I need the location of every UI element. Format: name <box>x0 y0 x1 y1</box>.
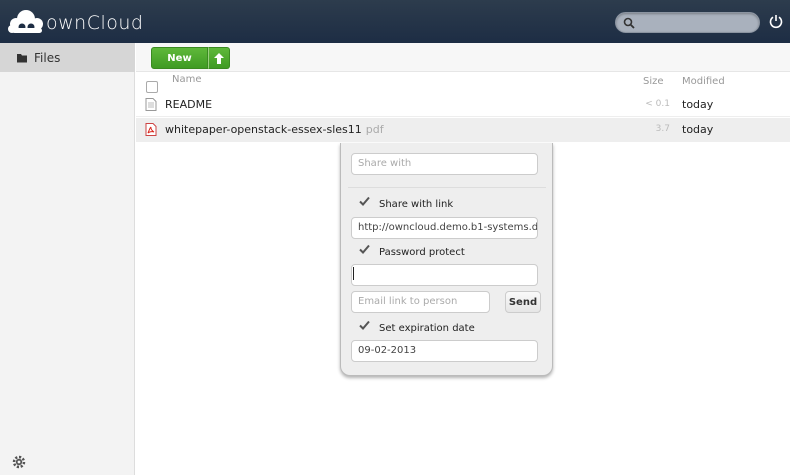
new-button[interactable]: New <box>151 47 208 69</box>
share-link-checkbox[interactable] <box>359 196 370 207</box>
email-field[interactable]: Email link to person <box>351 291 490 313</box>
expiration-date-field[interactable]: 09-02-2013 <box>351 340 538 362</box>
text-file-icon <box>145 98 157 111</box>
controls-bar: New <box>136 43 790 72</box>
column-modified[interactable]: Modified <box>682 76 725 87</box>
file-size: 3.7 <box>655 124 670 134</box>
cloud-logo-icon <box>8 10 43 33</box>
folder-icon <box>17 54 27 63</box>
expiration-label: Set expiration date <box>379 323 475 334</box>
upload-button[interactable] <box>208 47 230 69</box>
sidebar-item-label: Files <box>34 50 61 65</box>
power-icon[interactable] <box>768 13 784 29</box>
password-protect-label: Password protect <box>379 247 465 258</box>
search-input[interactable] <box>638 15 753 30</box>
share-with-input[interactable]: Share with <box>351 153 538 175</box>
sidebar: Files <box>0 43 135 475</box>
expiration-checkbox[interactable] <box>359 320 370 331</box>
password-protect-checkbox[interactable] <box>359 244 370 255</box>
text-cursor <box>353 267 354 280</box>
sidebar-item-files[interactable]: Files <box>0 43 135 72</box>
file-size: < 0.1 <box>645 99 670 109</box>
table-row[interactable]: README < 0.1 today <box>136 93 790 117</box>
search-icon <box>623 17 635 29</box>
gear-icon[interactable] <box>11 454 27 470</box>
divider <box>348 187 546 188</box>
file-name[interactable]: README <box>165 98 216 111</box>
send-button[interactable]: Send <box>505 291 541 313</box>
password-field[interactable] <box>351 264 538 286</box>
select-all-checkbox[interactable] <box>146 81 158 93</box>
pdf-file-icon <box>145 123 157 136</box>
header-bar: ownCloud <box>0 0 790 43</box>
file-name-text: README <box>165 98 213 111</box>
column-name[interactable]: Name <box>172 74 202 85</box>
owncloud-logo[interactable]: ownCloud <box>8 6 143 36</box>
share-link-label: Share with link <box>379 199 454 210</box>
file-modified: today <box>682 123 714 136</box>
file-name-text: whitepaper-openstack-essex-sles11 <box>165 123 362 136</box>
file-modified: today <box>682 98 714 111</box>
file-table-header: Name Size Modified <box>136 72 790 93</box>
search-box[interactable] <box>615 12 760 33</box>
column-size[interactable]: Size <box>643 76 664 87</box>
link-url-field[interactable]: http://owncloud.demo.b1-systems.de/ <box>351 217 538 239</box>
file-name[interactable]: whitepaper-openstack-essex-sles11 pdf <box>165 123 384 136</box>
upload-arrow-icon <box>214 52 224 64</box>
logo-text: ownCloud <box>46 11 144 34</box>
table-row[interactable]: whitepaper-openstack-essex-sles11 pdf 3.7… <box>136 118 790 142</box>
file-ext: pdf <box>365 123 384 136</box>
share-dropdown: Share with Share with link http://ownclo… <box>340 143 553 376</box>
